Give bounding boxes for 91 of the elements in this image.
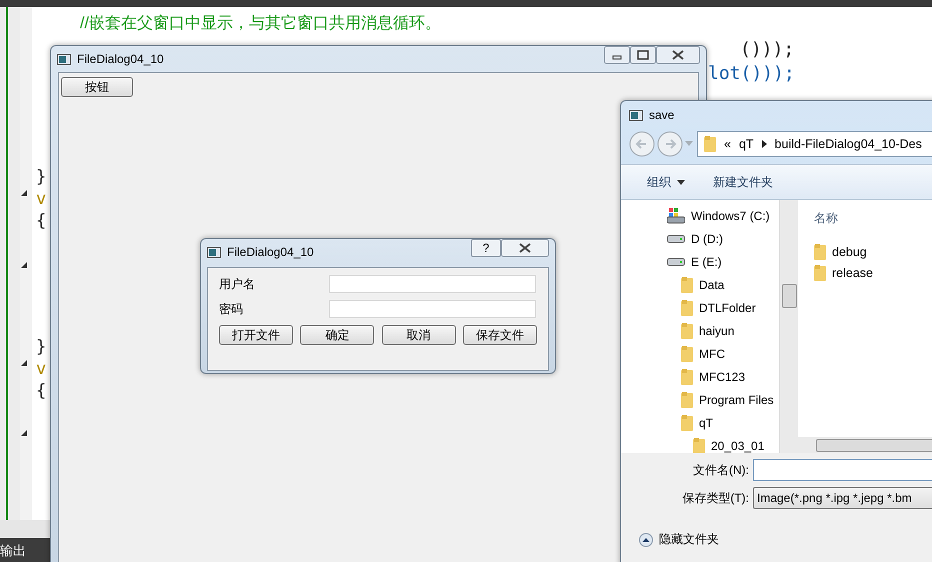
dialog-button[interactable]: 保存文件 <box>462 325 537 345</box>
fold-arrow-icon[interactable] <box>21 430 27 436</box>
code-text: lot())); <box>708 63 795 84</box>
scrollbar[interactable] <box>779 200 798 453</box>
tree-item[interactable]: DTLFolder <box>621 296 779 319</box>
system-drive-icon <box>667 208 685 224</box>
dialog-button[interactable]: 确定 <box>300 325 374 345</box>
input-field[interactable] <box>329 275 536 293</box>
tree-label: D (D:) <box>691 232 723 246</box>
tree-item[interactable]: MFC <box>621 342 779 365</box>
drive-icon <box>667 258 685 266</box>
app-icon <box>629 110 643 120</box>
tree-item[interactable]: qT <box>621 411 779 434</box>
toolbar-button[interactable]: 新建文件夹 <box>713 174 773 190</box>
folder-icon <box>814 244 826 260</box>
tree-item[interactable]: E (E:) <box>621 250 779 273</box>
file-name: debug <box>832 244 867 258</box>
code-text: { <box>36 381 46 401</box>
breadcrumb-item[interactable]: qT <box>738 137 754 151</box>
tree-label: DTLFolder <box>699 300 756 314</box>
breadcrumb-item[interactable]: « <box>724 137 731 151</box>
tree-item[interactable]: Program Files <box>621 388 779 411</box>
tree-item[interactable]: Data <box>621 273 779 296</box>
tree-item[interactable]: haiyun <box>621 319 779 342</box>
caret-icon <box>677 180 685 184</box>
code-text: } <box>36 167 46 187</box>
app-icon <box>57 54 71 64</box>
tree-item[interactable]: Windows7 (C:) <box>621 204 779 227</box>
output-tab[interactable]: 输出 <box>0 542 26 560</box>
close-icon[interactable] <box>501 239 549 257</box>
tree-label: E (E:) <box>691 254 722 268</box>
fold-arrow-icon[interactable] <box>21 190 27 196</box>
help-button[interactable]: ? <box>471 239 501 257</box>
close-icon[interactable] <box>656 46 700 64</box>
tree-label: Data <box>699 278 724 292</box>
address-bar[interactable]: « qT build-FileDialog04_10-Des <box>697 131 932 157</box>
fold-arrow-icon[interactable] <box>21 360 27 366</box>
filename-field[interactable] <box>753 459 932 481</box>
scrollbar[interactable] <box>798 437 932 453</box>
column-header[interactable]: 名称 <box>814 200 932 241</box>
tree-label: MFC123 <box>699 370 746 384</box>
tree-item[interactable]: 20_03_01 <box>621 434 779 453</box>
file-item[interactable]: release <box>814 262 932 283</box>
folder-icon <box>681 300 693 316</box>
field-label: 用户名 <box>219 276 256 292</box>
app-icon <box>207 246 221 258</box>
code-text: } <box>36 337 46 357</box>
tree-label: Windows7 (C:) <box>691 208 770 222</box>
tree-label: qT <box>699 416 714 430</box>
folder-icon <box>814 264 826 280</box>
window-title: FileDialog04_10 <box>227 245 314 259</box>
window-title: FileDialog04_10 <box>77 52 164 66</box>
field-label: 密码 <box>219 300 244 318</box>
code-text: ())); <box>740 39 794 60</box>
tree-label: Program Files <box>699 392 774 406</box>
input-field[interactable] <box>329 300 536 318</box>
folder-icon <box>681 392 693 408</box>
tree-label: haiyun <box>699 324 734 338</box>
tree-item[interactable]: D (D:) <box>621 227 779 250</box>
folder-icon <box>704 136 716 152</box>
folder-icon <box>681 368 693 384</box>
field-label: 保存类型(T): <box>681 490 749 506</box>
drive-icon <box>667 234 685 242</box>
tree-item[interactable]: MFC123 <box>621 365 779 388</box>
dialog-button[interactable]: 打开文件 <box>219 325 293 345</box>
breadcrumb-item[interactable]: build-FileDialog04_10-Des <box>774 137 922 151</box>
chevron-icon <box>762 140 767 148</box>
tree-label: 20_03_01 <box>711 438 764 452</box>
file-name: release <box>832 266 873 280</box>
minimize-icon[interactable] <box>604 46 630 64</box>
code-comment: //嵌套在父窗口中显示，与其它窗口共用消息循环。 <box>80 14 441 34</box>
hide-folders-button[interactable]: 隐藏文件夹 <box>639 531 719 548</box>
toolbar-button[interactable]: 组织 <box>647 174 685 190</box>
file-item[interactable]: debug <box>814 241 932 262</box>
push-button[interactable]: 按钮 <box>61 77 133 97</box>
folder-icon <box>681 276 693 292</box>
folder-icon <box>681 322 693 338</box>
fold-arrow-icon[interactable] <box>21 262 27 268</box>
folder-icon <box>681 414 693 430</box>
code-text: { <box>36 211 46 231</box>
folder-icon <box>681 346 693 362</box>
filetype-dropdown[interactable]: Image(*.png *.ipg *.jepg *.bm <box>753 487 932 509</box>
folder-icon <box>693 438 705 453</box>
code-text: v <box>36 189 46 209</box>
maximize-icon[interactable] <box>630 46 656 64</box>
dialog-button[interactable]: 取消 <box>382 325 456 345</box>
collapse-icon <box>639 532 653 546</box>
tree-label: MFC <box>699 346 725 360</box>
window-title: save <box>649 108 674 122</box>
field-label: 文件名(N): <box>692 462 749 478</box>
code-text: v <box>36 359 46 379</box>
